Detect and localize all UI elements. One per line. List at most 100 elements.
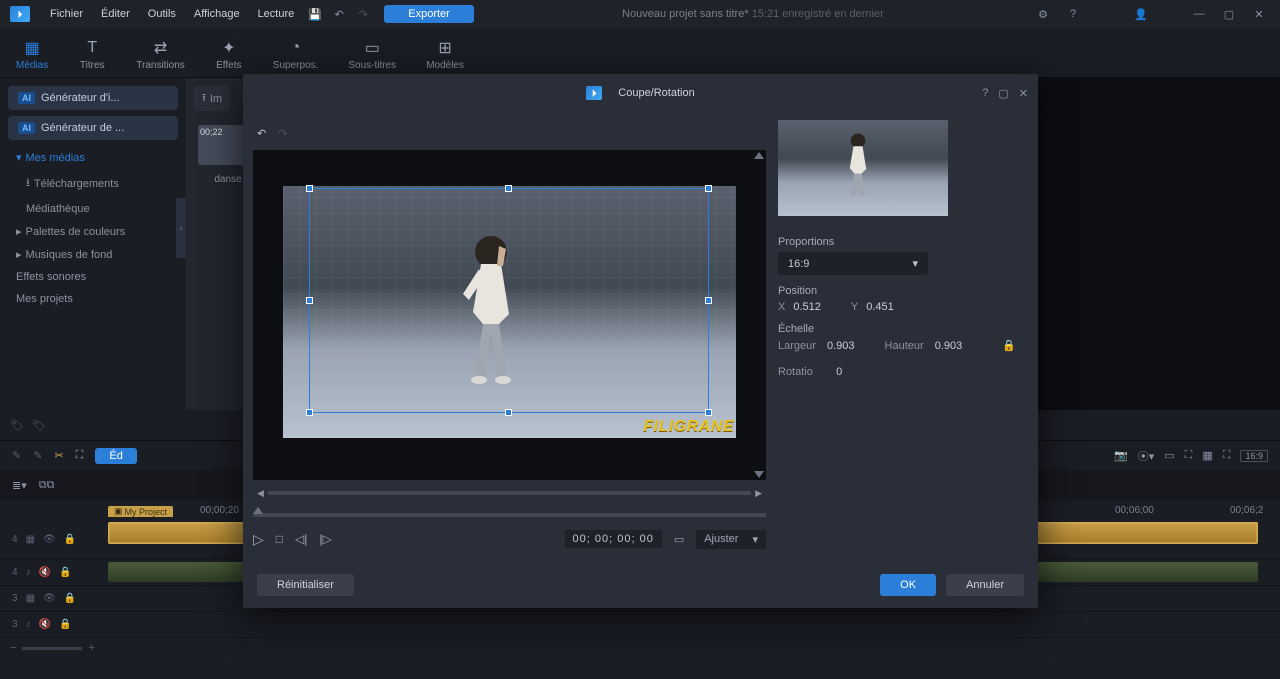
rotation-value[interactable]: 0	[836, 366, 842, 378]
crop-preview[interactable]: FILIGRANE	[253, 150, 766, 480]
prev-frame-icon[interactable]: ◁|	[295, 532, 307, 546]
split-icon[interactable]: ✂	[54, 449, 63, 462]
dialog-help-icon[interactable]: ?	[982, 87, 988, 100]
crop-redo-icon[interactable]: ↷	[278, 127, 287, 140]
crop-handle-mr[interactable]	[705, 297, 712, 304]
crop-handle-br[interactable]	[705, 409, 712, 416]
collapse-sidebar[interactable]: ‹	[176, 198, 186, 258]
marker-icon[interactable]: ⦿▾	[1138, 448, 1155, 464]
rotation-label: Rotatio	[778, 366, 813, 378]
menu-file[interactable]: Fichier	[42, 4, 91, 24]
ok-button[interactable]: OK	[880, 574, 936, 596]
tree-downloads[interactable]: ⭳ Téléchargements	[8, 169, 178, 198]
crop-box[interactable]	[309, 188, 709, 413]
track-audio-3[interactable]: 3♪🔇🔒	[0, 612, 1280, 638]
next-frame-icon[interactable]: |▷	[319, 532, 331, 546]
tab-overlays[interactable]: ◔Superpos.	[267, 32, 325, 77]
scrub-track[interactable]	[268, 491, 751, 495]
pen-icon[interactable]: ✎	[12, 449, 21, 462]
menu-view[interactable]: Affichage	[186, 4, 248, 24]
proportions-dropdown[interactable]: 16:9▾	[778, 252, 928, 275]
position-label: Position	[778, 285, 1028, 297]
crop-icon[interactable]: ⛶	[76, 449, 84, 462]
tree-my-projects[interactable]: Mes projets	[8, 288, 178, 310]
minimize-icon[interactable]: —	[1188, 3, 1210, 25]
timeline-scrub[interactable]	[253, 513, 766, 517]
tab-transitions[interactable]: ⇄Transitions	[130, 32, 191, 77]
timeline-mode-icon[interactable]: ≣▾	[12, 479, 27, 492]
ai-generator-2[interactable]: AIGénérateur de ...	[8, 116, 178, 140]
pen-icon-2[interactable]: ✎	[33, 449, 42, 462]
menu-edit[interactable]: Éditer	[93, 4, 138, 24]
zoom-out-arrow-icon[interactable]	[754, 471, 764, 478]
pos-y-value[interactable]: 0.451	[866, 301, 894, 313]
magnet-icon[interactable]: ⧉⧉	[39, 479, 55, 492]
redo-icon[interactable]: ↷	[352, 3, 374, 25]
height-value[interactable]: 0.903	[935, 340, 963, 352]
stop-icon[interactable]: □	[276, 532, 283, 546]
tree-my-media[interactable]: ▾ Mes médias	[8, 146, 178, 169]
media-sidebar: AIGénérateur d'i... AIGénérateur de ... …	[0, 78, 186, 410]
fit-dropdown[interactable]: Ajuster▾	[696, 530, 766, 549]
scrub-right-icon[interactable]: ▶	[751, 488, 766, 499]
lock-aspect-icon[interactable]: 🔒	[1002, 339, 1016, 352]
tab-media[interactable]: ▦Médias	[10, 32, 54, 77]
tab-titles[interactable]: TTitres	[72, 32, 112, 77]
help-icon[interactable]: ?	[1062, 3, 1084, 25]
crop-handle-tm[interactable]	[505, 185, 512, 192]
maximize-icon[interactable]: ▢	[1218, 3, 1240, 25]
crop-handle-ml[interactable]	[306, 297, 313, 304]
dialog-close-icon[interactable]: ✕	[1019, 87, 1028, 100]
dialog-header: ⏵ Coupe/Rotation ? ▢ ✕	[243, 74, 1038, 112]
width-value[interactable]: 0.903	[827, 340, 855, 352]
save-icon[interactable]: 💾	[304, 3, 326, 25]
crop-handle-bl[interactable]	[306, 409, 313, 416]
view-icon[interactable]: ▭	[1164, 449, 1174, 462]
import-button[interactable]: ⭱ Im	[194, 86, 230, 111]
safe-zone-icon[interactable]: ▭	[674, 533, 684, 546]
scrub-left-icon[interactable]: ◀	[253, 488, 268, 499]
zoom-out-icon[interactable]: −	[10, 642, 16, 654]
tag-icon-2[interactable]: 🏷	[32, 419, 46, 432]
camera-icon[interactable]: 📷	[1114, 449, 1128, 462]
crop-handle-tl[interactable]	[306, 185, 313, 192]
tag-icon[interactable]: 🏷	[10, 419, 24, 432]
tab-templates[interactable]: ⊞Modèles	[420, 32, 470, 77]
zoom-in-icon[interactable]: +	[88, 642, 94, 654]
crop-handle-tr[interactable]	[705, 185, 712, 192]
export-button[interactable]: Exporter	[384, 5, 474, 23]
play-icon[interactable]: ▷	[253, 531, 264, 548]
aspect-ratio[interactable]: 16:9	[1240, 450, 1268, 462]
playhead-icon[interactable]	[253, 507, 263, 514]
project-title: Nouveau projet sans titre* 15:21 enregis…	[476, 8, 1030, 20]
fit-icon[interactable]: ⛶	[1185, 449, 1193, 462]
tree-library[interactable]: Médiathèque	[8, 198, 178, 220]
reset-button[interactable]: Réinitialiser	[257, 574, 354, 596]
timecode-display[interactable]: 00; 00; 00; 00	[565, 530, 662, 548]
tree-sfx[interactable]: Effets sonores	[8, 266, 178, 288]
settings-icon[interactable]: ⚙	[1032, 3, 1054, 25]
watermark-label: FILIGRANE	[643, 418, 734, 436]
close-icon[interactable]: ✕	[1248, 3, 1270, 25]
tree-bg-music[interactable]: ▸ Musiques de fond	[8, 243, 178, 266]
app-logo: ⏵	[10, 6, 30, 22]
pos-x-value[interactable]: 0.512	[793, 301, 821, 313]
ai-image-generator[interactable]: AIGénérateur d'i...	[8, 86, 178, 110]
crop-undo-icon[interactable]: ↶	[257, 127, 266, 140]
menu-tools[interactable]: Outils	[140, 4, 184, 24]
crop-handle-bm[interactable]	[505, 409, 512, 416]
cancel-button[interactable]: Annuler	[946, 574, 1024, 596]
thumb-duration: 00;22	[200, 127, 223, 137]
tab-subtitles[interactable]: ▭Sous-titres	[342, 32, 402, 77]
undo-icon[interactable]: ↶	[328, 3, 350, 25]
tree-color-palettes[interactable]: ▸ Palettes de couleurs	[8, 220, 178, 243]
zoom-in-arrow-icon[interactable]	[754, 152, 764, 159]
dialog-maximize-icon[interactable]: ▢	[998, 87, 1008, 100]
proportions-label: Proportions	[778, 236, 1028, 248]
edit-button[interactable]: Éd	[95, 448, 136, 464]
expand-icon[interactable]: ⛶	[1223, 449, 1231, 462]
account-icon[interactable]: 👤	[1130, 3, 1152, 25]
menu-playback[interactable]: Lecture	[250, 4, 303, 24]
grid-icon[interactable]: ▦	[1202, 449, 1212, 462]
tab-effects[interactable]: ✦Effets	[209, 32, 249, 77]
